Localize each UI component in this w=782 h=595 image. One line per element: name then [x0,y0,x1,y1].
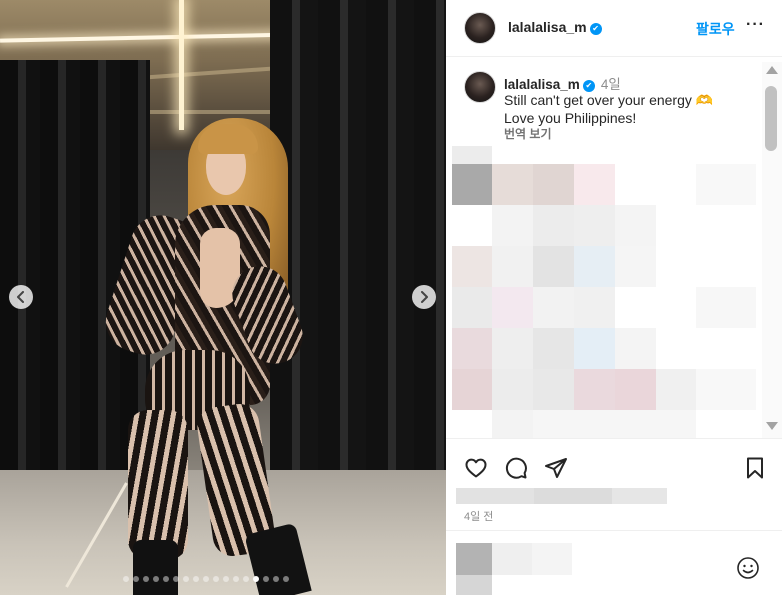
blurred-cell [534,488,612,504]
blurred-cell [452,328,492,369]
blurred-cell [492,246,533,287]
person-leg [128,410,188,560]
curtain-right [270,0,446,520]
paper-plane-icon[interactable] [544,456,568,480]
carousel-prev-button[interactable] [9,285,33,309]
blurred-cell [574,205,615,246]
blurred-cell [492,410,533,438]
blurred-cell [574,328,615,369]
carousel-dot [183,576,189,582]
blurred-cell [492,369,533,410]
caption-header: lalalalisa_m ✔ 4일 [504,73,621,93]
blurred-cell [656,369,696,410]
carousel-dot [123,576,129,582]
blurred-cell [492,543,532,575]
blurred-cell [533,205,574,246]
carousel-dot [233,576,239,582]
blurred-cell [696,164,756,205]
carousel-dot [213,576,219,582]
blurred-cell [532,543,572,575]
scrollbar-thumb[interactable] [765,86,777,151]
verified-badge-icon: ✔ [589,23,602,35]
blurred-cell [615,328,656,369]
blurred-cell [452,164,492,205]
heart-hands-emoji: 🫶 [695,92,714,108]
action-bar [446,438,782,493]
chevron-right-icon [421,291,428,303]
carousel-dot [133,576,139,582]
carousel-dot [173,576,179,582]
blurred-cell [452,246,492,287]
caption-line: Still can't get over your energy 🫶 [504,92,713,109]
blurred-cell [533,328,574,369]
post-header: lalalalisa_m ✔ 팔로우 ··· [446,0,782,57]
comment-icon[interactable] [504,456,528,480]
post-panel: lalalalisa_m ✔ 팔로우 ··· lalalalisa_m ✔ 4일 St… [446,0,782,595]
blurred-cell [615,246,656,287]
header-username[interactable]: lalalalisa_m [508,19,587,35]
light-strip [179,0,184,130]
post-media [0,0,446,595]
carousel-dots [123,576,289,582]
caption-username[interactable]: lalalalisa_m [504,77,580,92]
blurred-cell [456,488,534,504]
see-translation-link[interactable]: 번역 보기 [504,125,552,142]
blurred-cell [696,369,756,410]
caption-time[interactable]: 4일 [601,77,621,92]
carousel-next-button[interactable] [412,285,436,309]
blurred-cell [492,328,533,369]
carousel-dot [153,576,159,582]
blurred-cell [533,410,696,438]
carousel-dot [143,576,149,582]
bookmark-icon[interactable] [743,456,767,480]
blurred-cell [452,146,492,164]
blurred-cell [452,287,492,328]
blurred-cell [492,205,533,246]
comments-scrollbar[interactable] [762,62,782,438]
scroll-down-arrow-icon[interactable] [766,422,778,430]
carousel-dot [273,576,279,582]
blurred-cell [456,575,492,595]
blurred-cell [533,164,574,205]
avatar[interactable] [464,12,496,44]
post-date[interactable]: 4일 전 [464,508,493,524]
blurred-cell [492,164,533,205]
carousel-dot [263,576,269,582]
caption-avatar[interactable] [464,71,496,103]
follow-button[interactable]: 팔로우 [696,19,735,39]
blurred-cell [612,488,667,504]
caption-text: Love you Philippines! [504,110,637,126]
blurred-cell [615,205,656,246]
blurred-cell [533,287,574,328]
blurred-cell [574,164,615,205]
carousel-dot [203,576,209,582]
blurred-cell [574,369,615,410]
blurred-cell [696,287,756,328]
header-username-wrap: lalalalisa_m ✔ [508,19,602,35]
blurred-cell [533,369,574,410]
blurred-cell [615,369,656,410]
carousel-dot [243,576,249,582]
heart-icon[interactable] [464,456,488,480]
add-comment-area [446,530,782,595]
blurred-cell [452,369,492,410]
more-options-button[interactable]: ··· [746,16,765,34]
carousel-dot [163,576,169,582]
blurred-cell [492,287,533,328]
carousel-dot [253,576,259,582]
verified-badge-icon: ✔ [582,80,595,92]
carousel-dot [283,576,289,582]
caption-text: Still can't get over your energy [504,92,692,108]
blurred-cell [574,246,615,287]
person-bangs [198,124,258,154]
person-boot [133,540,178,595]
smiley-icon[interactable] [736,556,760,580]
carousel-dot [223,576,229,582]
blurred-cell [533,246,574,287]
chevron-left-icon [17,291,24,303]
scroll-up-arrow-icon[interactable] [766,66,778,74]
blurred-cell [574,287,615,328]
blurred-cell [456,543,492,575]
carousel-dot [193,576,199,582]
